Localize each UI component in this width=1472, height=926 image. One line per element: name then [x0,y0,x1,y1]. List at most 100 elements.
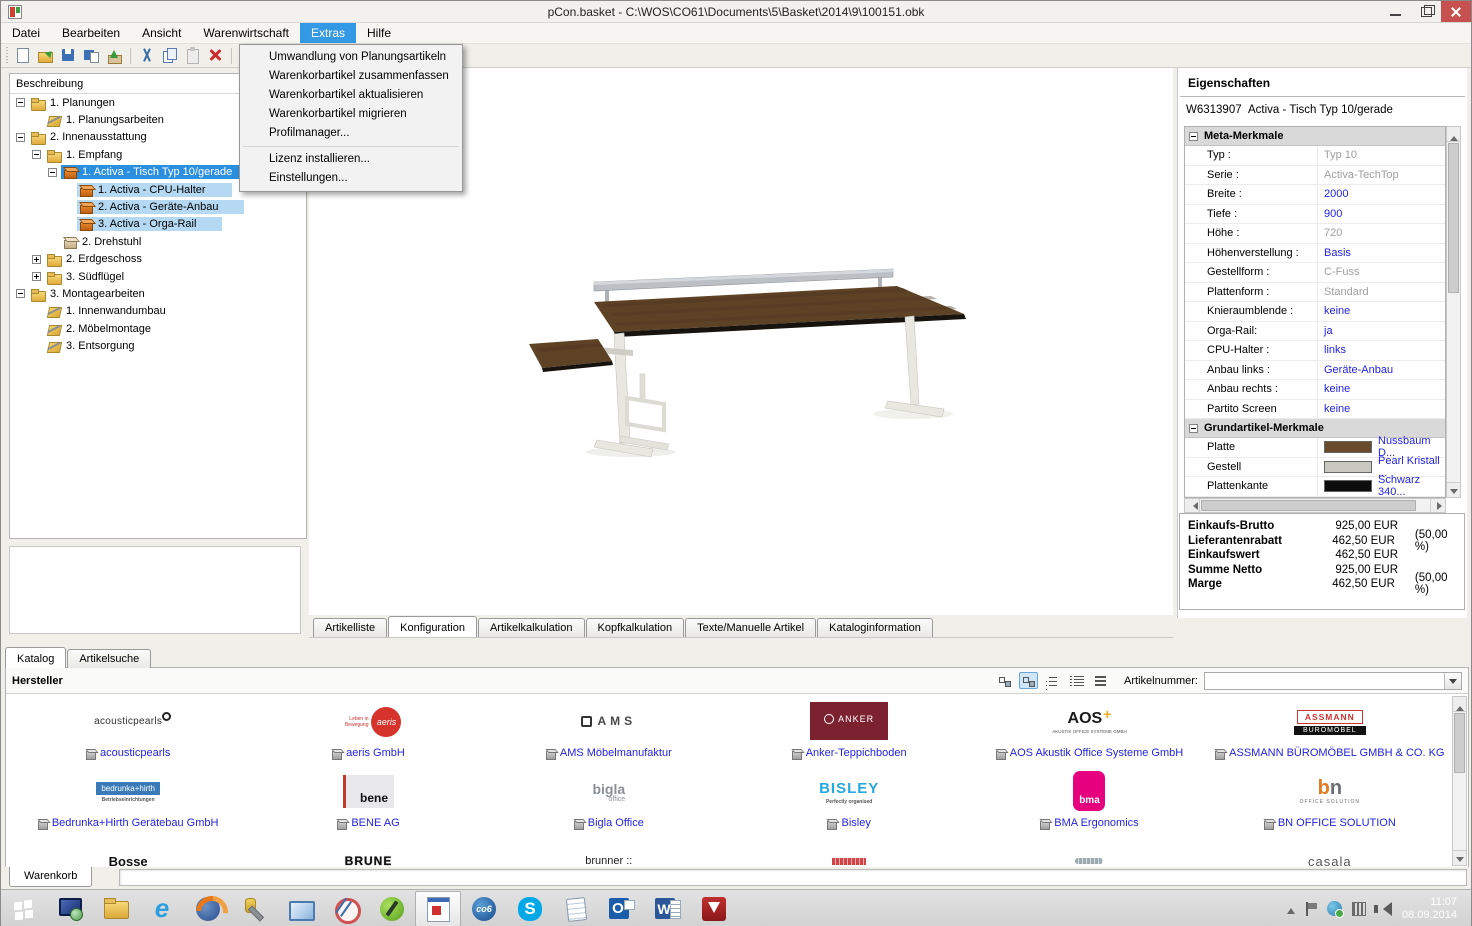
property-row[interactable]: Orga-Rail: ja [1185,322,1445,342]
menu-item[interactable]: Extras [300,23,356,43]
property-value[interactable]: Standard [1317,283,1445,302]
tree-node[interactable]: 2. Möbelmontage [32,320,306,337]
manufacturer-logo[interactable]: BISLEY Perfectly organised [819,770,879,814]
collapse-icon[interactable] [1189,132,1198,141]
taskbar-app[interactable]: S [507,891,553,926]
tray-expand-icon[interactable] [1287,904,1295,914]
property-row[interactable]: Gestellform : C-Fuss [1185,263,1445,283]
view-tiles-icon[interactable] [1091,672,1110,689]
property-grid-vertical-scrollbar[interactable] [1446,126,1461,498]
menu-entry[interactable]: Lizenz installieren... [241,150,461,169]
import-icon[interactable] [105,46,124,65]
manufacturer-cell[interactable]: bedrunka+hirth Betriebseinrichtungen Bed… [8,768,248,838]
manufacturer-logo[interactable]: bedrunka+hirth Betriebseinrichtungen [96,770,160,814]
catalog-tab[interactable]: Katalog [5,647,66,668]
manufacturer-cell[interactable]: ASSMANN BÜROMÖBEL ASSMANN BÜROMÖBEL GMBH… [1210,698,1450,768]
property-row[interactable]: Höhenverstellung : Basis [1185,244,1445,264]
view-tab[interactable]: Kopfkalkulation [586,618,685,637]
tree-node[interactable]: 2. Activa - Geräte-Anbau [64,198,306,215]
tree-node[interactable]: 1. Innenwandumbau [32,303,306,320]
menu-item[interactable]: Warenwirtschaft [192,23,300,43]
scrollbar-thumb[interactable] [1454,713,1465,773]
property-value[interactable]: Typ 10 [1317,146,1445,165]
toolbar-grip[interactable] [6,47,8,65]
property-row[interactable]: Knieraumblende : keine [1185,302,1445,322]
property-row[interactable]: Serie : Activa-TechTop [1185,166,1445,186]
menu-entry[interactable]: Einstellungen... [241,169,461,188]
manufacturer-cell[interactable] [729,838,969,866]
manufacturer-logo[interactable]: AMS [581,700,636,744]
menu-entry[interactable]: Warenkorbartikel aktualisieren [241,86,461,105]
new-document-icon[interactable] [13,46,32,65]
manufacturer-name[interactable]: Bedrunka+Hirth Gerätebau GmbH [52,817,219,829]
manufacturer-cell[interactable]: bene BENE AG [248,768,488,838]
property-value[interactable]: keine [1317,400,1445,419]
manufacturer-name[interactable]: AOS Akustik Office Systeme GmbH [1010,747,1183,759]
taskbar-app[interactable] [231,891,277,926]
tree-node[interactable]: 2. Drehstuhl [48,233,306,250]
power-status-icon[interactable] [1352,902,1366,916]
taskbar-app[interactable] [369,891,415,926]
tree-toggle-icon[interactable] [48,168,57,177]
menu-item[interactable]: Ansicht [131,23,192,43]
material-swatch[interactable] [1324,441,1372,453]
view-large-icons-icon[interactable] [995,672,1014,689]
manufacturer-logo[interactable]: bigla office [592,770,625,814]
property-value[interactable]: Geräte-Anbau [1317,361,1445,380]
material-value[interactable]: Schwarz 340... [1378,474,1445,498]
scroll-up-arrow[interactable] [1447,127,1460,142]
manufacturer-logo[interactable]: ANKER [810,700,888,744]
menu-entry[interactable]: Profilmanager... [241,124,461,143]
scrollbar-thumb[interactable] [1448,143,1459,293]
taskbar-app[interactable]: e [139,891,185,926]
property-row[interactable]: Anbau links : Geräte-Anbau [1185,361,1445,381]
property-row[interactable]: Anbau rechts : keine [1185,380,1445,400]
view-tab[interactable]: Artikelliste [313,618,387,637]
manufacturer-cell[interactable]: AOS + AKUSTIK OFFICE SYSTEME GMBH AOS Ak… [969,698,1209,768]
manufacturer-logo[interactable]: bn OFFICE SOLUTION [1300,770,1360,814]
manufacturer-name[interactable]: aeris GmbH [346,747,405,759]
manufacturer-logo[interactable]: bene [343,770,394,814]
manufacturer-cell[interactable]: BISLEY Perfectly organised Bisley [729,768,969,838]
network-status-icon[interactable] [1327,901,1342,916]
taskbar-app[interactable] [323,891,369,926]
manufacturer-cell[interactable]: aeris Leben in Bewegung aeris GmbH [248,698,488,768]
tree-node[interactable]: 3. Entsorgung [32,337,306,354]
scrollbar-thumb[interactable] [1201,500,1416,511]
manufacturer-logo[interactable]: BRUNE [345,840,393,866]
tree-node[interactable]: 2. Erdgeschoss [32,251,306,268]
catalog-vertical-scrollbar[interactable] [1452,696,1467,866]
taskbar-app[interactable] [277,891,323,926]
minimize-button[interactable] [1381,1,1411,22]
taskbar-app[interactable] [1,891,47,926]
taskbar-app[interactable] [553,891,599,926]
action-center-flag-icon[interactable] [1305,902,1317,916]
manufacturer-name[interactable]: Anker-Teppichboden [806,747,907,759]
manufacturer-name[interactable]: AMS Möbelmanufaktur [560,747,672,759]
view-details-icon[interactable] [1067,672,1086,689]
view-small-icons-icon[interactable] [1019,672,1038,689]
copy-icon[interactable] [160,46,179,65]
menu-entry[interactable]: Warenkorbartikel migrieren [241,105,461,124]
property-row[interactable]: CPU-Halter : links [1185,341,1445,361]
manufacturer-cell[interactable]: bn OFFICE SOLUTION BN OFFICE SOLUTION [1210,768,1450,838]
taskbar-app[interactable] [93,891,139,926]
property-row[interactable]: Höhe : 720 [1185,224,1445,244]
view-tab[interactable]: Konfiguration [388,616,477,637]
manufacturer-name[interactable]: Bisley [841,817,870,829]
manufacturer-cell[interactable]: AMS AMS Möbelmanufaktur [489,698,729,768]
save-as-icon[interactable] [82,46,101,65]
view-tab[interactable]: Texte/Manuelle Artikel [685,618,816,637]
property-row[interactable]: Partito Screen keine [1185,400,1445,420]
manufacturer-logo[interactable] [832,840,866,866]
property-value[interactable]: Activa-TechTop [1317,166,1445,185]
property-row[interactable]: Typ : Typ 10 [1185,146,1445,166]
property-value[interactable]: Basis [1317,244,1445,263]
manufacturer-name[interactable]: BN OFFICE SOLUTION [1278,817,1396,829]
menu-entry[interactable]: Warenkorbartikel zusammenfassen [241,67,461,86]
manufacturer-cell[interactable]: Bosse [8,838,248,866]
manufacturer-cell[interactable]: brunner :: [489,838,729,866]
material-swatch[interactable] [1324,480,1372,492]
taskbar-app[interactable] [415,891,461,926]
tree-toggle-icon[interactable] [32,272,41,281]
